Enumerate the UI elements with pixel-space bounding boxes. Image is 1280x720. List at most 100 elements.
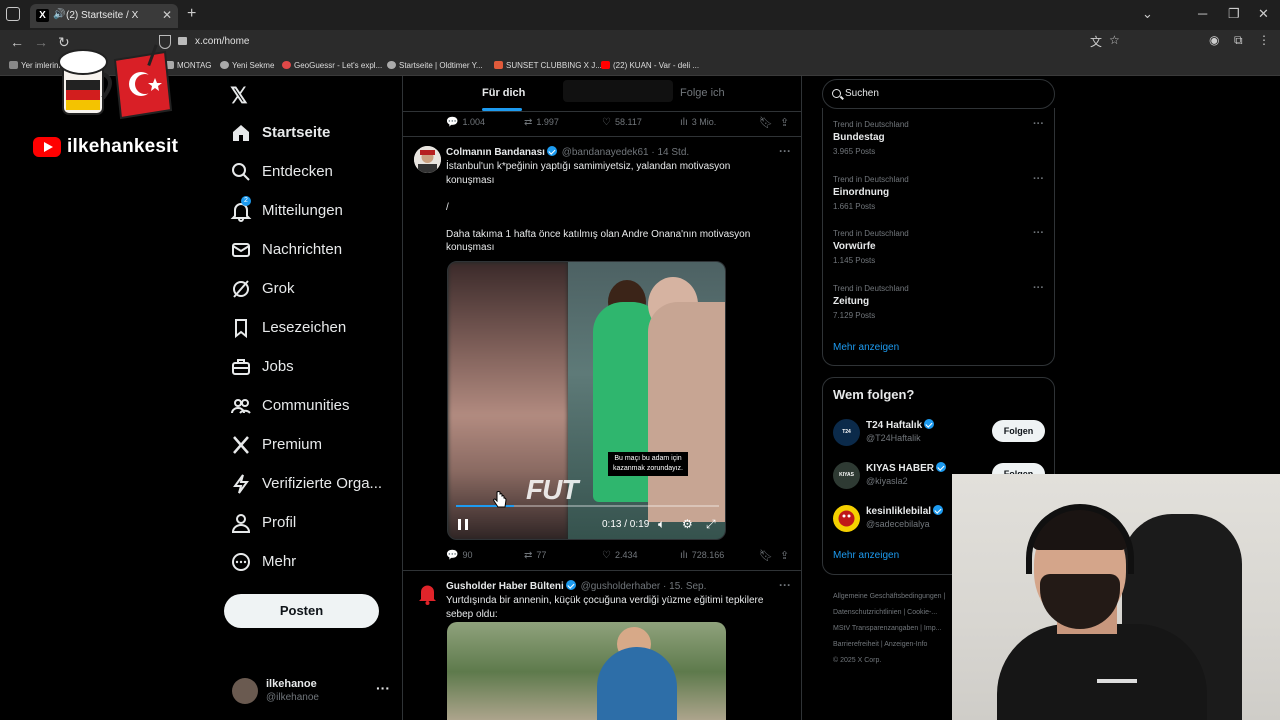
bookmark-item[interactable]: (22) KUAN - Var - deli ...	[601, 61, 699, 70]
bookmark-post-icon[interactable]: 🔖︎	[759, 116, 773, 129]
post-button[interactable]: Posten	[224, 594, 379, 628]
bookmark-item[interactable]: Yer imlerini	[9, 61, 60, 70]
lightning-icon	[233, 474, 249, 494]
pause-icon[interactable]	[458, 519, 468, 530]
tab-list-icon[interactable]	[6, 7, 20, 21]
share-icon[interactable]: ⇪	[780, 549, 789, 562]
trend-more-icon[interactable]: ···	[1033, 118, 1044, 130]
nav-item-more[interactable]: Mehr	[230, 547, 400, 577]
account-more-icon[interactable]: ···	[376, 680, 390, 696]
post-article[interactable]: Colmanın Bandanası @bandanayedek61 · 14 …	[403, 136, 801, 570]
volume-icon[interactable]: 🔈︎	[658, 517, 665, 532]
nav-item-premium[interactable]: Premium	[230, 430, 400, 460]
browser-tab-active[interactable]: X 🔊 (2) Startseite / X ✕	[30, 4, 178, 28]
nav-item-jobs[interactable]: Jobs	[230, 352, 400, 382]
close-window-icon[interactable]: ✕	[1258, 6, 1269, 22]
nav-item-verified-orgs[interactable]: Verifizierte Orga...	[230, 469, 400, 499]
avatar[interactable]	[414, 146, 441, 173]
nav-item-grok[interactable]: Grok	[230, 274, 400, 304]
nav-item-communities[interactable]: Communities	[230, 391, 400, 421]
verified-badge-icon	[565, 580, 576, 590]
search-icon	[232, 163, 250, 181]
bookmark-item[interactable]: Startseite | Oldtimer Y...	[387, 61, 483, 70]
tab-close-icon[interactable]: ✕	[162, 8, 172, 22]
tab-search-chevron-icon[interactable]: ⌄	[1142, 6, 1153, 22]
like-button[interactable]: ♡ 2.434	[602, 550, 638, 561]
search-placeholder: Suchen	[845, 88, 879, 99]
profile-icon[interactable]: ◉	[1209, 33, 1219, 47]
audio-playing-icon[interactable]: 🔊	[53, 9, 65, 20]
author-handle[interactable]: @gusholderhaber	[581, 581, 661, 592]
tab-following[interactable]: Folge ich	[680, 87, 725, 99]
trend-item[interactable]: Trend in Deutschland Zeitung 7.129 Posts…	[833, 282, 1048, 330]
url-text[interactable]: x.com/home	[195, 36, 249, 47]
post-header: Gusholder Haber Bülteni @gusholderhaber …	[446, 580, 706, 592]
bookmark-item[interactable]: GeoGuessr - Let's expl...	[282, 61, 382, 70]
minimize-icon[interactable]: ─	[1198, 6, 1207, 21]
who-to-follow-show-more-link[interactable]: Mehr anzeigen	[833, 550, 899, 561]
post-image[interactable]	[447, 622, 726, 720]
fullscreen-icon[interactable]: ⤢	[706, 517, 716, 532]
follow-button[interactable]: Folgen	[992, 420, 1045, 442]
bookmark-star-icon[interactable]: ☆	[1109, 33, 1120, 47]
timeline-tabs: Für dich Folge ich	[403, 76, 801, 112]
follow-suggestion[interactable]: T24 HAFTALIK T24 Haftalık @T24Haftalik F…	[833, 416, 1048, 450]
forward-arrow-icon[interactable]: →	[34, 34, 48, 50]
author-name[interactable]: Gusholder Haber Bülteni	[446, 581, 564, 592]
notification-badge: 2	[241, 196, 251, 206]
author-handle[interactable]: @bandanayedek61	[562, 147, 649, 158]
post-time[interactable]: 14 Std.	[657, 147, 689, 158]
settings-gear-icon[interactable]: ⚙	[682, 517, 693, 531]
trend-more-icon[interactable]: ···	[1033, 282, 1044, 294]
nav-item-bookmarks[interactable]: Lesezeichen	[230, 313, 400, 343]
account-handle: @ilkehanoe	[266, 692, 319, 703]
back-arrow-icon[interactable]: ←	[10, 34, 24, 50]
menu-dots-icon[interactable]: ⋮	[1258, 33, 1270, 47]
nav-item-notifications[interactable]: 2 Mitteilungen	[230, 196, 400, 226]
video-watermark: FUT	[526, 474, 578, 505]
trend-item[interactable]: Trend in Deutschland Einordnung 1.661 Po…	[833, 173, 1048, 221]
account-switcher[interactable]: ilkehanoe @ilkehanoe ···	[232, 676, 392, 708]
post-time[interactable]: 15. Sep.	[669, 581, 706, 592]
webcam-overlay	[952, 474, 1280, 720]
bookmark-post-icon[interactable]: 🔖︎	[759, 549, 773, 562]
reply-button[interactable]: 💬 1.004	[446, 117, 485, 128]
more-options-icon[interactable]: ···	[779, 578, 791, 592]
tab-for-you[interactable]: Für dich	[482, 87, 525, 99]
nav-item-home[interactable]: Startseite	[230, 118, 400, 148]
home-icon	[233, 125, 249, 141]
post-article[interactable]: Gusholder Haber Bülteni @gusholderhaber …	[403, 570, 801, 720]
translate-icon[interactable]: 文	[1090, 33, 1102, 50]
maximize-icon[interactable]: ❐	[1228, 6, 1240, 22]
like-button[interactable]: ♡ 58.117	[602, 117, 642, 128]
more-circle-icon	[232, 553, 250, 571]
bookmark-item[interactable]: SUNSET CLUBBING X J...	[494, 61, 602, 70]
trend-item[interactable]: Trend in Deutschland Bundestag 3.965 Pos…	[833, 118, 1048, 166]
nav-item-explore[interactable]: Entdecken	[230, 157, 400, 187]
repost-button[interactable]: ⇄ 77	[524, 550, 546, 561]
x-logo-icon[interactable]: 𝕏	[230, 83, 248, 109]
trend-more-icon[interactable]: ···	[1033, 173, 1044, 185]
repost-icon: ⇄	[524, 117, 533, 128]
video-player[interactable]: Bu maçı bu adam için kazanmak zorundayız…	[447, 261, 726, 540]
views-button[interactable]: ılı 728.166	[680, 550, 724, 561]
reply-button[interactable]: 💬 90	[446, 550, 472, 561]
extensions-icon[interactable]: ⧉	[1234, 33, 1243, 48]
author-name[interactable]: Colmanın Bandanası	[446, 147, 545, 158]
avatar[interactable]	[414, 580, 441, 607]
search-input[interactable]: Suchen	[822, 79, 1055, 109]
repost-button[interactable]: ⇄ 1.997	[524, 117, 559, 128]
share-icon[interactable]: ⇪	[780, 116, 789, 129]
avatar	[232, 678, 258, 704]
new-tab-button[interactable]: +	[187, 5, 196, 23]
address-bar[interactable]: x.com/home	[155, 32, 1130, 54]
post-header: Colmanın Bandanası @bandanayedek61 · 14 …	[446, 146, 689, 158]
nav-item-messages[interactable]: Nachrichten	[230, 235, 400, 265]
views-button[interactable]: ılı 3 Mio.	[680, 117, 716, 128]
more-options-icon[interactable]: ···	[779, 144, 791, 158]
nav-item-profile[interactable]: Profil	[230, 508, 400, 538]
trend-item[interactable]: Trend in Deutschland Vorwürfe 1.145 Post…	[833, 227, 1048, 275]
trend-more-icon[interactable]: ···	[1033, 227, 1044, 239]
trends-show-more-link[interactable]: Mehr anzeigen	[833, 342, 899, 353]
bookmark-item[interactable]: Yeni Sekme	[220, 61, 274, 70]
